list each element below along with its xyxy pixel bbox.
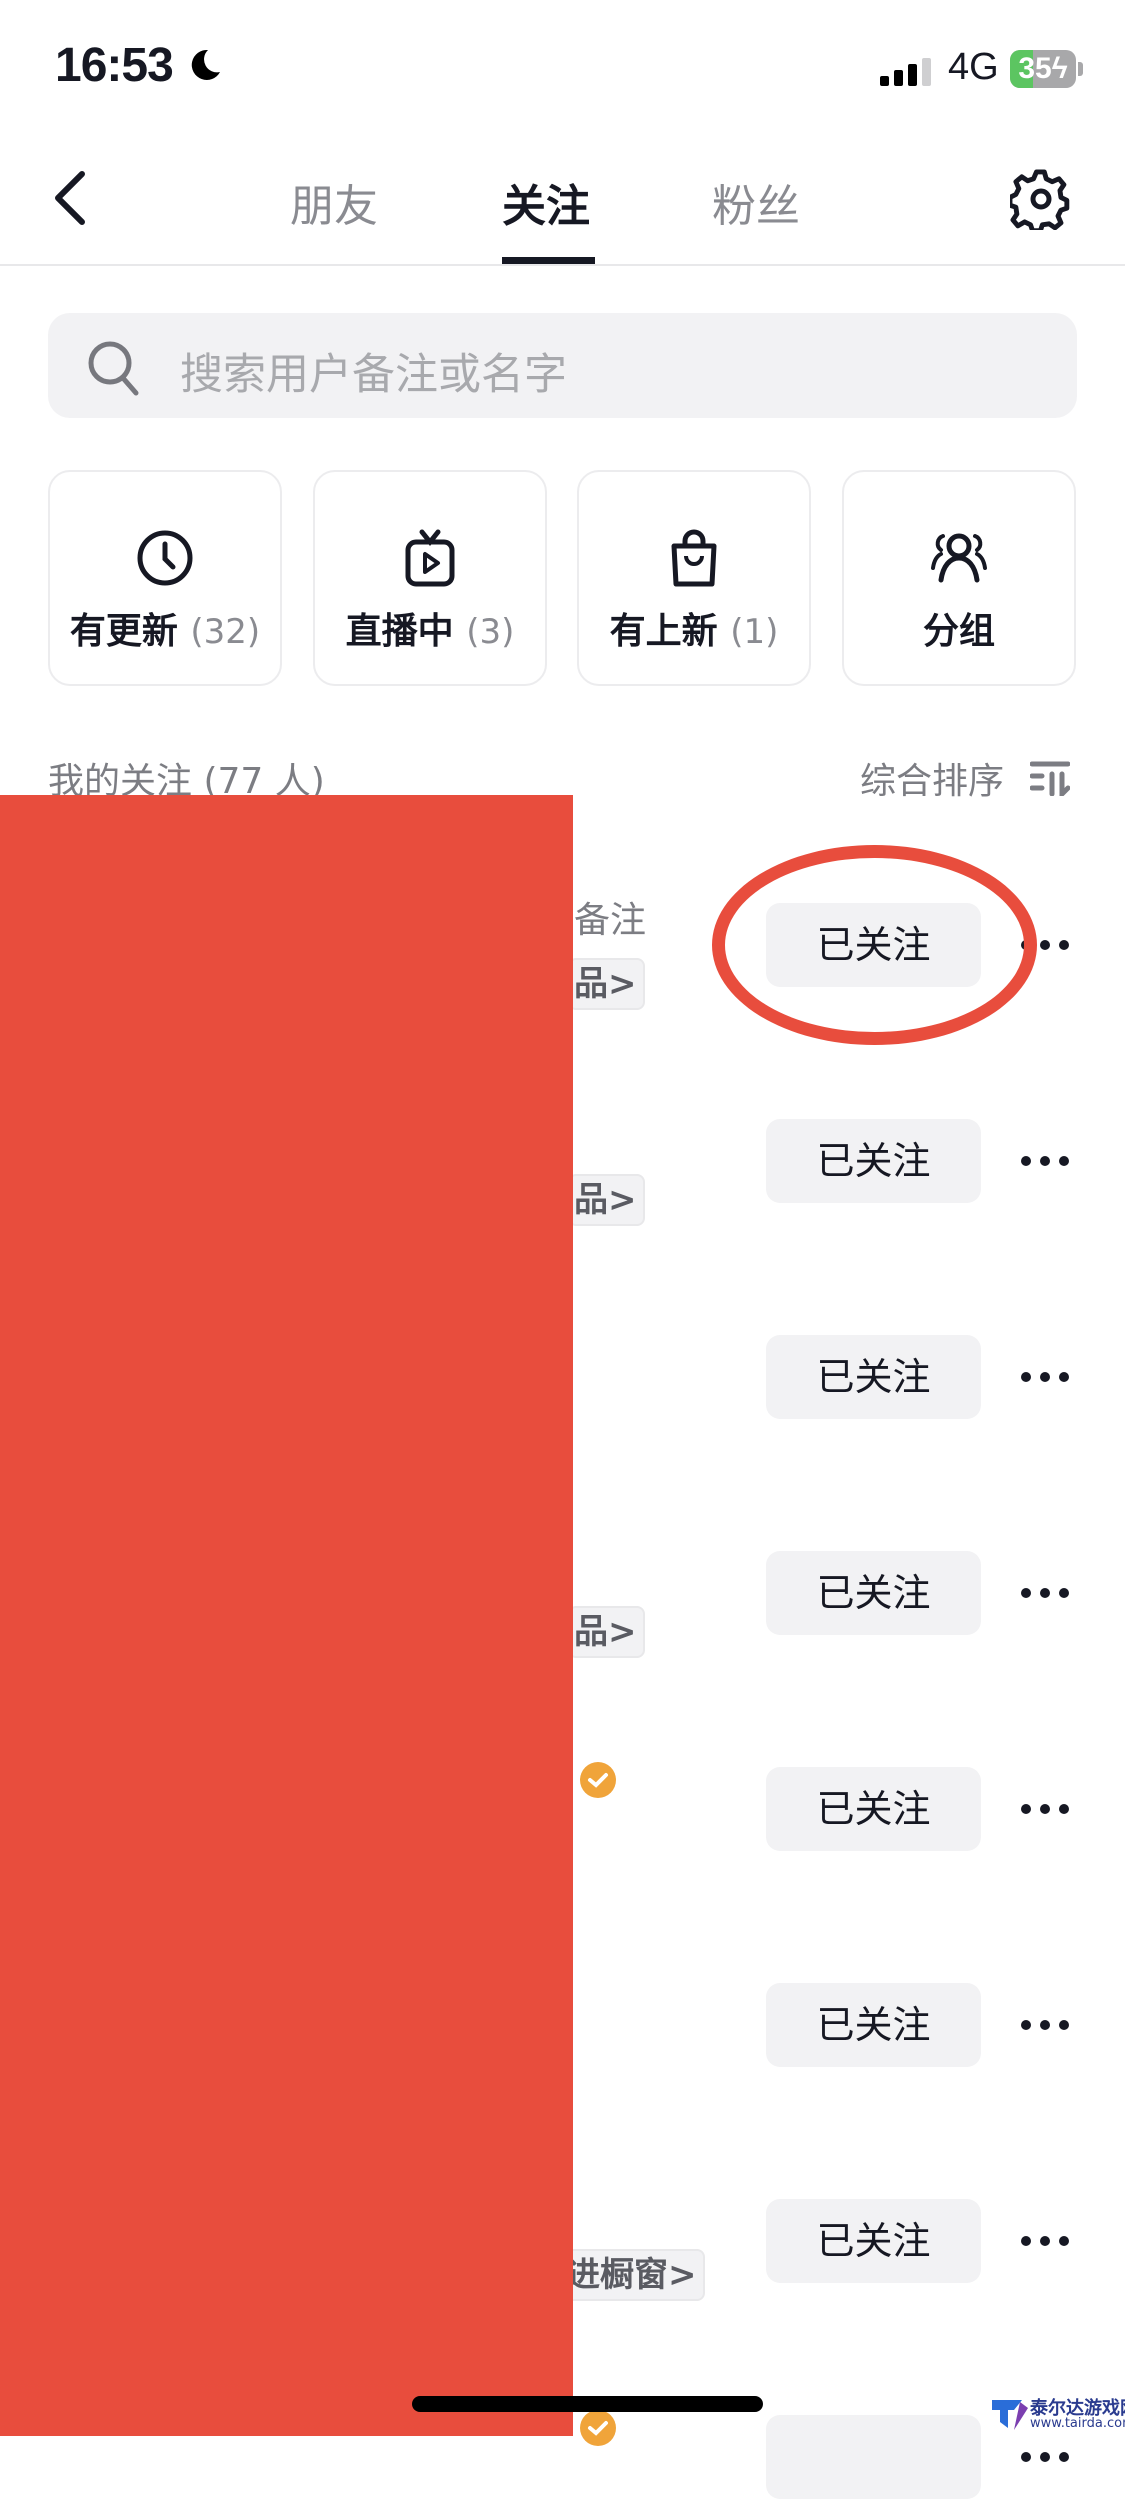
card-label: 分组 — [922, 611, 995, 652]
following-button[interactable]: 已关注 — [766, 2199, 981, 2283]
signal-icon — [880, 58, 931, 86]
following-button[interactable]: 已关注 — [766, 1551, 981, 1635]
card-label: 直播中 (3) — [345, 611, 515, 652]
active-tab-indicator — [502, 257, 595, 264]
showcase-tag[interactable]: 品> — [568, 958, 645, 1010]
live-tv-icon — [405, 529, 455, 587]
sort-icon[interactable] — [1030, 760, 1070, 796]
status-time: 16:53 — [55, 39, 174, 92]
verified-badge-icon — [580, 2410, 616, 2446]
tab-fans[interactable]: 粉丝 — [712, 170, 800, 234]
back-chevron-icon[interactable] — [50, 170, 90, 226]
redaction-overlay — [0, 795, 573, 2436]
card-live[interactable]: 直播中 (3) — [313, 470, 547, 686]
card-label: 有上新 (1) — [609, 611, 779, 652]
card-label: 有更新 (32) — [69, 611, 261, 652]
more-options-icon[interactable] — [1020, 1151, 1070, 1171]
search-icon — [88, 341, 139, 396]
more-options-icon[interactable] — [1020, 2447, 1070, 2467]
gear-icon[interactable] — [1010, 168, 1072, 230]
following-button[interactable]: 已关注 — [766, 1119, 981, 1203]
more-options-icon[interactable] — [1020, 2015, 1070, 2035]
tab-friends[interactable]: 朋友 — [290, 170, 378, 234]
card-updates[interactable]: 有更新 (32) — [48, 470, 282, 686]
card-groups[interactable]: 分组 — [842, 470, 1076, 686]
more-options-icon[interactable] — [1020, 1367, 1070, 1387]
more-options-icon[interactable] — [1020, 1799, 1070, 1819]
nav-divider — [0, 264, 1125, 266]
following-button[interactable] — [766, 2415, 981, 2499]
remark-label[interactable]: 备注 — [574, 891, 646, 943]
watermark-url: www.tairda.com — [1030, 2416, 1125, 2431]
network-type: 4G — [948, 46, 999, 88]
more-options-icon[interactable] — [1020, 1583, 1070, 1603]
sort-button[interactable]: 综合排序 — [860, 752, 1004, 804]
search-placeholder: 搜索用户备注或名字 — [180, 350, 567, 400]
showcase-tag[interactable]: 品> — [568, 1174, 645, 1226]
showcase-tag[interactable]: 品> — [568, 1606, 645, 1658]
tab-following[interactable]: 关注 — [502, 170, 590, 234]
battery-indicator: 35ϟ — [1010, 50, 1076, 88]
showcase-tag[interactable]: 进橱窗> — [560, 2249, 705, 2301]
following-button[interactable]: 已关注 — [766, 1983, 981, 2067]
highlight-circle-annotation — [712, 845, 1037, 1045]
more-options-icon[interactable] — [1020, 2231, 1070, 2251]
group-icon — [931, 533, 987, 583]
following-button[interactable]: 已关注 — [766, 1335, 981, 1419]
moon-icon — [191, 49, 220, 80]
shopping-bag-icon — [671, 529, 717, 587]
battery-label: 35ϟ — [1018, 52, 1068, 85]
verified-badge-icon — [580, 1762, 616, 1798]
following-button[interactable]: 已关注 — [766, 1767, 981, 1851]
clock-icon — [137, 530, 193, 586]
card-new-products[interactable]: 有上新 (1) — [577, 470, 811, 686]
home-indicator — [412, 2396, 763, 2412]
battery-tip — [1078, 62, 1083, 76]
